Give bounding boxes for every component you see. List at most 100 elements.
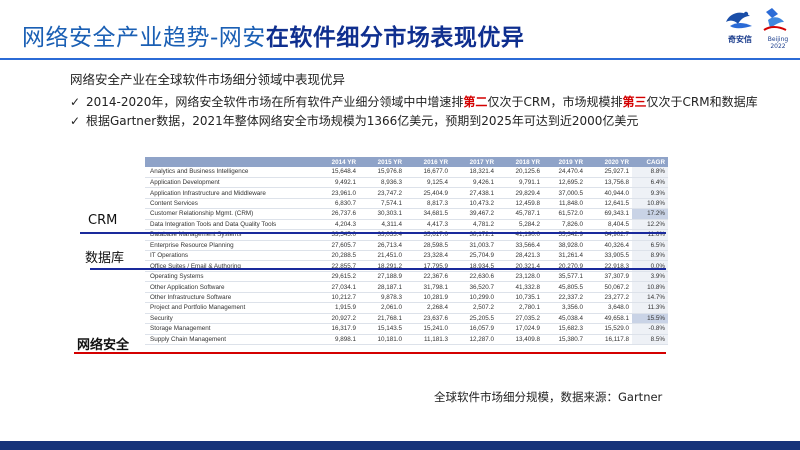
row-category: Operating Systems xyxy=(145,271,313,283)
row-category: Analytics and Business Intelligence xyxy=(145,167,313,178)
page-title: 网络安全产业趋势-网安在软件细分市场表现优异 xyxy=(22,18,524,52)
check-icon: ✓ xyxy=(70,114,81,128)
value-cell: 24,470.4 xyxy=(543,167,586,178)
value-cell: 23,128.0 xyxy=(497,271,543,283)
value-cell: 16,317.9 xyxy=(313,323,359,335)
value-cell: 16,677.0 xyxy=(405,167,451,178)
header-cell: 2018 YR xyxy=(497,157,543,167)
value-cell: 31,798.1 xyxy=(405,281,451,293)
label-crm: CRM xyxy=(88,213,118,228)
cagr-cell: 12.2% xyxy=(632,219,668,231)
value-cell: 17,024.9 xyxy=(497,323,543,335)
value-cell: 38,928.0 xyxy=(543,240,586,252)
row-category: Other Application Software xyxy=(145,281,313,293)
value-cell: 18,291.2 xyxy=(359,260,405,272)
table-row: Analytics and Business Intelligence 15,64… xyxy=(145,167,668,178)
bullet-text: 仅次于CRM和数据库 xyxy=(646,95,758,109)
cagr-cell: 8.9% xyxy=(632,250,668,262)
value-cell: 4,204.3 xyxy=(313,219,359,231)
cagr-cell: 8.8% xyxy=(632,167,668,178)
value-cell: 10,212.7 xyxy=(313,292,359,304)
header-cell: 2015 YR xyxy=(359,157,405,167)
value-cell: 3,356.0 xyxy=(543,302,586,314)
value-cell: 4,781.2 xyxy=(451,219,497,231)
value-cell: 22,367.6 xyxy=(405,271,451,283)
row-category: Other Infrastructure Software xyxy=(145,292,313,304)
value-cell: 23,328.4 xyxy=(405,250,451,262)
value-cell: 28,421.3 xyxy=(497,250,543,262)
value-cell: 25,704.9 xyxy=(451,250,497,262)
value-cell: 26,737.6 xyxy=(313,208,359,220)
value-cell: 22,630.6 xyxy=(451,271,497,283)
value-cell: 18,934.5 xyxy=(451,260,497,272)
value-cell: 27,438.1 xyxy=(451,187,497,199)
value-cell: 21,768.1 xyxy=(359,313,405,325)
header-cell: 2020 YR xyxy=(586,157,632,167)
value-cell: 16,117.8 xyxy=(586,334,632,345)
bullet-2: ✓ 根据Gartner数据，2021年整体网络安全市场规模为1366亿美元，预期到… xyxy=(70,112,638,129)
value-cell: 45,805.5 xyxy=(543,281,586,293)
value-cell: 8,817.3 xyxy=(405,198,451,210)
value-cell: 23,961.0 xyxy=(313,187,359,199)
value-cell: 12,695.2 xyxy=(543,177,586,189)
cagr-cell: 10.8% xyxy=(632,281,668,293)
value-cell: 9,426.1 xyxy=(451,177,497,189)
value-cell: 22,337.2 xyxy=(543,292,586,304)
header-cell: 2019 YR xyxy=(543,157,586,167)
row-category: Storage Management xyxy=(145,323,313,335)
value-cell: 13,756.8 xyxy=(586,177,632,189)
source-caption: 全球软件市场细分规模，数据来源：Gartner xyxy=(434,390,663,404)
value-cell: 27,188.9 xyxy=(359,271,405,283)
value-cell: 15,648.4 xyxy=(313,167,359,178)
value-cell: 2,061.0 xyxy=(359,302,405,314)
value-cell: 8,936.3 xyxy=(359,177,405,189)
footer-bar xyxy=(0,441,800,450)
value-cell: 28,598.5 xyxy=(405,240,451,252)
header-cell: 2014 YR xyxy=(313,157,359,167)
cagr-cell: 6.5% xyxy=(632,240,668,252)
value-cell: 20,288.5 xyxy=(313,250,359,262)
value-cell: 18,321.4 xyxy=(451,167,497,178)
value-cell: 15,241.0 xyxy=(405,323,451,335)
value-cell: 34,681.5 xyxy=(405,208,451,220)
value-cell: 12,287.0 xyxy=(451,334,497,345)
value-cell: 2,780.1 xyxy=(497,302,543,314)
value-cell: 9,492.1 xyxy=(313,177,359,189)
logo-brand-text: 奇安信 xyxy=(728,35,752,44)
value-cell: 10,181.0 xyxy=(359,334,405,345)
value-cell: 2,507.2 xyxy=(451,302,497,314)
bullet-1: ✓ 2014-2020年，网络安全软件市场在所有软件产业细分领域中中增速排第二仅次… xyxy=(70,93,758,110)
value-cell: 37,307.9 xyxy=(586,271,632,283)
bullet-text: 根据Gartner数据，2021年整体网络安全市场规模为1366亿美元，预期到2… xyxy=(86,114,639,128)
value-cell: 29,829.4 xyxy=(497,187,543,199)
row-category: Data Integration Tools and Data Quality … xyxy=(145,219,313,231)
row-category: Office Suites / Email & Authoring xyxy=(145,260,313,272)
row-category: Project and Portfolio Management xyxy=(145,302,313,314)
header-cell: 2017 YR xyxy=(451,157,497,167)
value-cell: 30,303.1 xyxy=(359,208,405,220)
value-cell: 49,658.1 xyxy=(586,313,632,325)
value-cell: 45,038.4 xyxy=(543,313,586,325)
value-cell: 15,143.5 xyxy=(359,323,405,335)
bullet-text: 第三 xyxy=(622,95,647,109)
value-cell: 22,855.7 xyxy=(313,260,359,272)
value-cell: 39,467.2 xyxy=(451,208,497,220)
value-cell: 15,380.7 xyxy=(543,334,586,345)
row-category: Enterprise Resource Planning xyxy=(145,240,313,252)
value-cell: 69,343.1 xyxy=(586,208,632,220)
logo-area: 奇安信 Beijing 2022 xyxy=(722,4,794,54)
value-cell: 3,648.0 xyxy=(586,302,632,314)
cagr-cell: 10.8% xyxy=(632,198,668,210)
row-category: Security xyxy=(145,313,313,325)
table-row: Storage Management 16,317.9 15,143.5 15,241… xyxy=(145,323,668,335)
value-cell: 31,261.4 xyxy=(543,250,586,262)
bullet-text: 2014-2020年，网络安全软件市场在所有软件产业细分领域中中增速排 xyxy=(86,95,464,109)
value-cell: 2,268.4 xyxy=(405,302,451,314)
value-cell: 25,404.9 xyxy=(405,187,451,199)
value-cell: 10,281.9 xyxy=(405,292,451,304)
cagr-cell: -0.8% xyxy=(632,323,668,335)
logo-partner-text: Beijing 2022 xyxy=(767,36,789,50)
cagr-cell: 9.3% xyxy=(632,187,668,199)
cagr-cell: 11.3% xyxy=(632,302,668,314)
value-cell: 27,034.1 xyxy=(313,281,359,293)
